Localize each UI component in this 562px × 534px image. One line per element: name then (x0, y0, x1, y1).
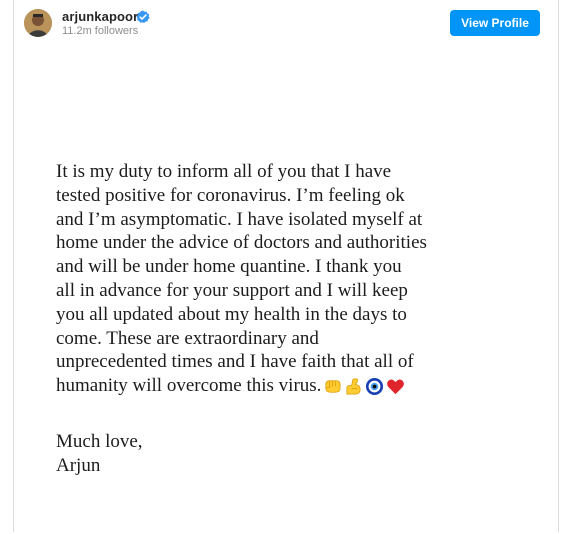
avatar[interactable] (24, 9, 52, 37)
message-line: and will be under home quantine. I thank… (56, 256, 402, 278)
message-line: home under the advice of doctors and aut… (56, 232, 427, 254)
fist-bump-icon (325, 380, 341, 393)
message-line: unprecedented times and I have faith tha… (56, 351, 414, 373)
username[interactable]: arjunkapoor (62, 9, 138, 25)
signoff-line-2: Arjun (56, 454, 101, 476)
message-line-text: humanity will overcome this virus. (56, 375, 322, 397)
verified-badge-icon (136, 10, 150, 23)
post-image[interactable]: It is my duty to inform all of you that … (14, 42, 558, 532)
message-line: It is my duty to inform all of you that … (56, 161, 392, 182)
post-signoff: Much love, Arjun (56, 430, 143, 478)
message-line: you all updated about my health in the d… (56, 303, 407, 325)
message-line: all in advance for your support and I wi… (56, 279, 408, 301)
flexed-biceps-icon (346, 378, 361, 395)
nazar-amulet-icon (366, 378, 384, 396)
signoff-line-1: Much love, (56, 431, 143, 452)
followers-count: 11.2m followers (62, 25, 139, 37)
message-line: tested positive for coronavirus. I’m fee… (56, 184, 405, 206)
emoji-row (323, 377, 407, 401)
message-line: come. These are extraordinary and (56, 327, 319, 349)
avatar-image (24, 9, 52, 37)
view-profile-button[interactable]: View Profile (450, 10, 540, 36)
post-header: arjunkapoor 11.2m followers View Profile (14, 0, 558, 42)
red-heart-icon (387, 379, 405, 395)
embedded-post: arjunkapoor 11.2m followers View Profile… (13, 0, 559, 532)
message-line: and I’m asymptomatic. I have isolated my… (56, 208, 423, 230)
post-message: It is my duty to inform all of you that … (56, 160, 526, 398)
message-line-last: humanity will overcome this virus. (56, 374, 526, 398)
